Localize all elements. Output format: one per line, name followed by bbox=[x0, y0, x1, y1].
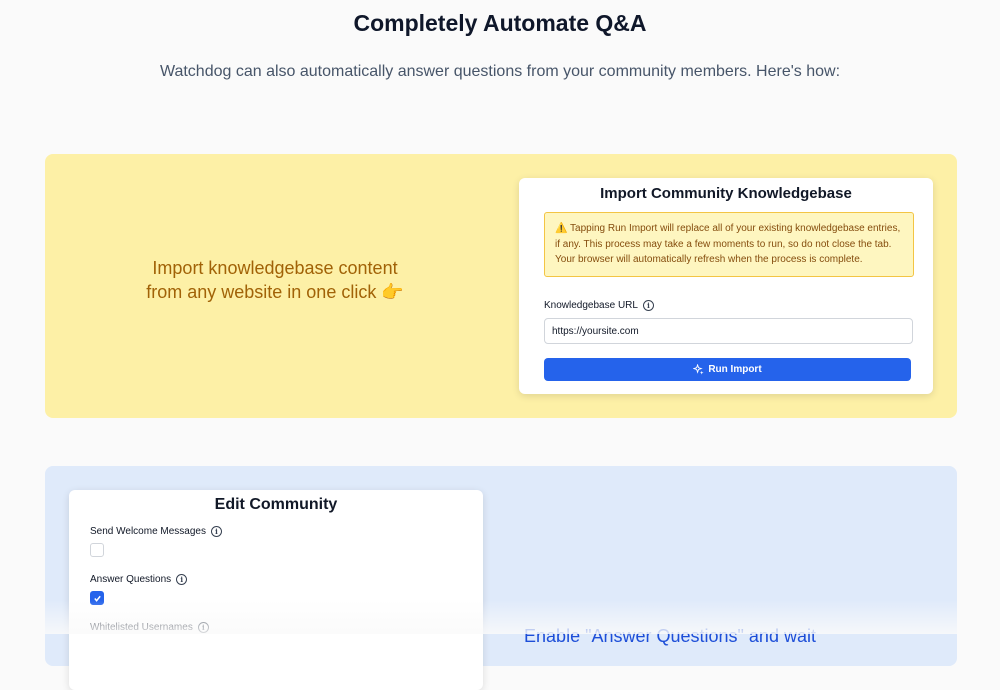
info-icon[interactable]: i bbox=[197, 622, 209, 633]
info-icon[interactable]: i bbox=[210, 526, 222, 537]
answer-questions-checkbox[interactable] bbox=[90, 591, 104, 605]
whitelisted-usernames-label-text: Whitelisted Usernames bbox=[90, 622, 193, 633]
sparkle-icon bbox=[693, 364, 704, 375]
edit-community-card: Edit Community Send Welcome Messages i A… bbox=[69, 490, 483, 690]
send-welcome-label: Send Welcome Messages i bbox=[90, 526, 222, 537]
knowledgebase-url-label-text: Knowledgebase URL bbox=[544, 300, 638, 311]
checkmark-icon bbox=[93, 595, 101, 602]
import-feature-line-2: from any website in one click 👉 bbox=[146, 282, 404, 302]
answer-questions-label-text: Answer Questions bbox=[90, 574, 172, 585]
run-import-button[interactable]: Run Import bbox=[544, 358, 911, 381]
edit-community-title: Edit Community bbox=[214, 496, 338, 513]
import-card-title: Import Community Knowledgebase bbox=[600, 185, 852, 202]
knowledgebase-url-input[interactable] bbox=[544, 318, 913, 344]
answer-section: Edit Community Send Welcome Messages i A… bbox=[45, 466, 957, 690]
whitelisted-usernames-label: Whitelisted Usernames i bbox=[90, 622, 209, 633]
info-icon[interactable]: i bbox=[642, 300, 654, 311]
import-feature-line-1: Import knowledgebase content bbox=[152, 258, 398, 278]
run-import-label: Run Import bbox=[708, 364, 762, 375]
answer-questions-label: Answer Questions i bbox=[90, 574, 188, 585]
info-icon[interactable]: i bbox=[176, 574, 188, 585]
import-knowledgebase-card: Import Community Knowledgebase ⚠️ Tappin… bbox=[519, 178, 933, 394]
import-warning: ⚠️ Tapping Run Import will replace all o… bbox=[544, 212, 914, 277]
send-welcome-checkbox[interactable] bbox=[90, 543, 104, 557]
send-welcome-label-text: Send Welcome Messages bbox=[90, 526, 206, 537]
import-section: Import knowledgebase content from any we… bbox=[45, 154, 957, 418]
import-feature-text: Import knowledgebase content from any we… bbox=[100, 256, 450, 304]
answer-feature-text: Enable "Answer Questions" and wait bbox=[524, 626, 816, 646]
knowledgebase-url-label: Knowledgebase URL i bbox=[544, 300, 654, 311]
page-subtitle: Watchdog can also automatically answer q… bbox=[159, 63, 841, 80]
page-title: Completely Automate Q&A bbox=[353, 10, 647, 36]
